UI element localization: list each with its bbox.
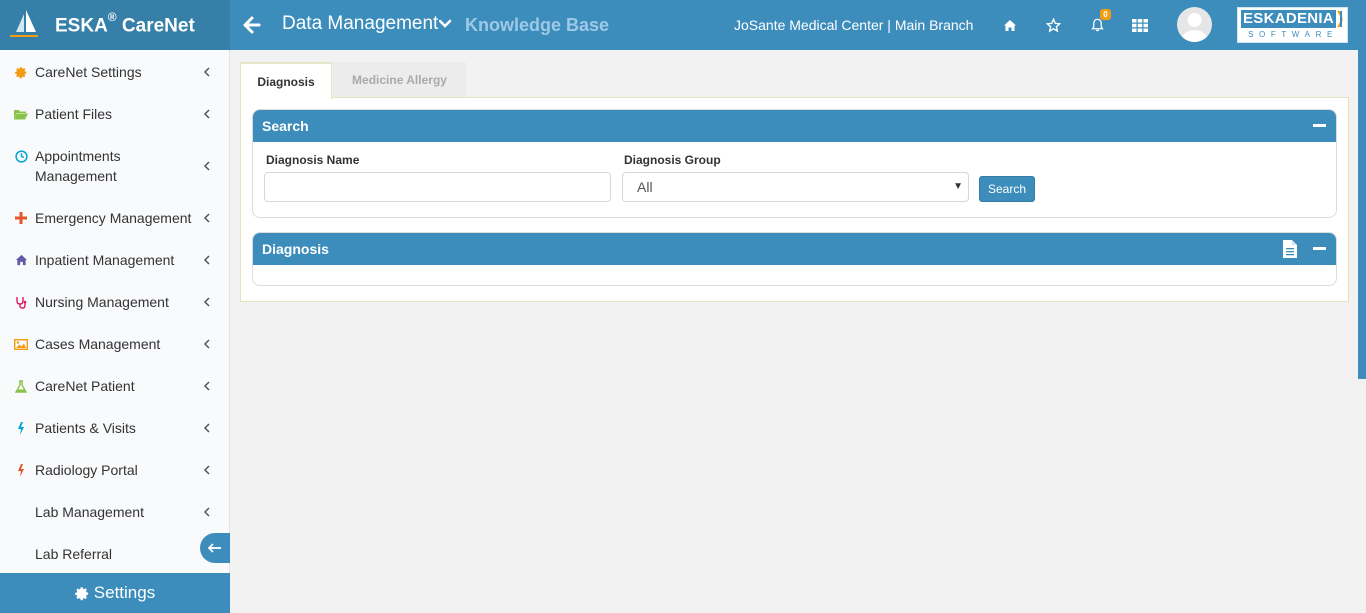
brand-title: ESKA® CareNet — [55, 10, 195, 37]
sidebar-item-carenet-settings[interactable]: CareNet Settings — [0, 62, 230, 82]
chevron-left-icon — [203, 255, 210, 265]
gear-icon — [74, 586, 88, 600]
sidebar-item-label: Emergency Management — [35, 210, 192, 226]
search-panel: Search Diagnosis Name Diagnosis Group Al… — [252, 109, 1337, 218]
sidebar-collapse-button[interactable] — [200, 533, 230, 563]
minus-collapse-icon[interactable] — [1313, 247, 1326, 250]
diagnosis-group-select[interactable]: All ▼ — [622, 172, 969, 202]
bolt-icon — [14, 421, 28, 435]
organization-label[interactable]: JoSante Medical Center | Main Branch — [734, 17, 973, 33]
chevron-left-icon — [203, 423, 210, 433]
brand-area[interactable]: ESKA® CareNet — [0, 0, 230, 50]
sidebar-item-inpatient-management[interactable]: Inpatient Management — [0, 250, 230, 270]
sidebar-item-label: Patients & Visits — [35, 420, 136, 436]
sidebar-item-label: Appointments Management — [35, 148, 121, 184]
sidebar-item-emergency-management[interactable]: Emergency Management — [0, 208, 230, 228]
chevron-left-icon — [203, 381, 210, 391]
chevron-left-icon — [203, 465, 210, 475]
page-scrollbar[interactable] — [1358, 50, 1366, 379]
star-icon[interactable] — [1043, 15, 1063, 35]
stethoscope-icon — [14, 295, 28, 309]
diagnosis-name-input[interactable] — [264, 172, 611, 202]
home-icon — [14, 253, 28, 267]
diagnosis-name-label: Diagnosis Name — [266, 153, 360, 167]
settings-label: Settings — [93, 583, 156, 602]
chevron-left-icon — [203, 213, 210, 223]
chevron-left-icon — [203, 67, 210, 77]
bolt-icon — [14, 463, 28, 477]
sidebar-item-patients-visits[interactable]: Patients & Visits — [0, 418, 230, 438]
chevron-left-icon — [203, 507, 210, 517]
gear-icon — [14, 65, 28, 79]
tab-panel: Search Diagnosis Name Diagnosis Group Al… — [240, 97, 1349, 302]
diagnosis-panel-header: Diagnosis — [253, 233, 1336, 265]
sidebar-item-label: CareNet Settings — [35, 64, 142, 80]
sidebar: CareNet Settings Patient Files Appointme… — [0, 50, 230, 613]
top-navbar: ESKA® CareNet Data Management Knowledge … — [0, 0, 1366, 50]
chevron-left-icon — [203, 339, 210, 349]
sidebar-item-label: Lab Management — [35, 504, 144, 520]
company-logo: ESKADENIA SOFTWARE — [1237, 7, 1348, 43]
sidebar-item-label: Patient Files — [35, 106, 113, 122]
sidebar-item-label: CareNet Patient — [35, 378, 135, 394]
caret-down-icon: ▼ — [953, 181, 963, 192]
module-title[interactable]: Data Management — [282, 13, 438, 35]
folder-open-icon — [14, 107, 28, 121]
flask-icon — [14, 379, 28, 393]
diagnosis-panel-title: Diagnosis — [262, 241, 329, 257]
back-arrow-icon[interactable] — [243, 15, 261, 35]
diagnosis-group-value: All — [637, 179, 653, 195]
document-export-icon[interactable] — [1282, 240, 1298, 258]
diagnosis-group-label: Diagnosis Group — [624, 153, 721, 167]
search-button[interactable]: Search — [979, 176, 1035, 202]
user-avatar[interactable] — [1177, 7, 1212, 42]
grid-apps-icon[interactable] — [1130, 15, 1150, 35]
home-icon[interactable] — [1000, 15, 1020, 35]
sidebar-item-label: Cases Management — [35, 336, 161, 352]
sidebar-item-carenet-patient[interactable]: CareNet Patient — [0, 376, 230, 396]
clock-icon — [14, 149, 28, 163]
tab-medicine-allergy[interactable]: Medicine Allergy — [333, 62, 466, 98]
arrow-left-icon — [208, 543, 221, 553]
search-panel-title: Search — [262, 118, 309, 134]
notification-badge: 0 — [1100, 9, 1111, 20]
sidebar-item-lab-management[interactable]: Lab Management — [0, 502, 230, 522]
chevron-left-icon — [203, 297, 210, 307]
sidebar-item-label: Inpatient Management — [35, 252, 175, 268]
sidebar-item-radiology-portal[interactable]: Radiology Portal — [0, 460, 230, 480]
sidebar-item-label: Radiology Portal — [35, 462, 138, 478]
tab-diagnosis[interactable]: Diagnosis — [240, 62, 332, 99]
tab-container: Diagnosis Medicine Allergy Search Diagno… — [240, 62, 1349, 302]
chevron-down-icon[interactable] — [438, 17, 452, 31]
sidebar-item-lab-referral[interactable]: Lab Referral — [0, 544, 230, 564]
diagnosis-results-panel: Diagnosis — [252, 232, 1337, 286]
chevron-left-icon — [203, 109, 210, 119]
sidebar-item-appointments-management[interactable]: Appointments Management — [0, 146, 230, 186]
chevron-left-icon — [203, 161, 210, 171]
settings-button[interactable]: Settings — [0, 573, 230, 613]
sidebar-item-nursing-management[interactable]: Nursing Management — [0, 292, 230, 312]
sidebar-item-label: Nursing Management — [35, 294, 169, 310]
image-icon — [14, 337, 28, 351]
sidebar-item-cases-management[interactable]: Cases Management — [0, 334, 230, 354]
sidebar-item-label: Lab Referral — [35, 546, 113, 562]
page-subtitle: Knowledge Base — [465, 15, 610, 35]
logo-mark-icon — [1337, 10, 1343, 28]
minus-collapse-icon[interactable] — [1313, 124, 1326, 127]
sailboat-logo-icon — [10, 10, 38, 37]
sidebar-item-patient-files[interactable]: Patient Files — [0, 104, 230, 124]
search-panel-header: Search — [253, 110, 1336, 142]
plus-icon — [14, 211, 28, 225]
